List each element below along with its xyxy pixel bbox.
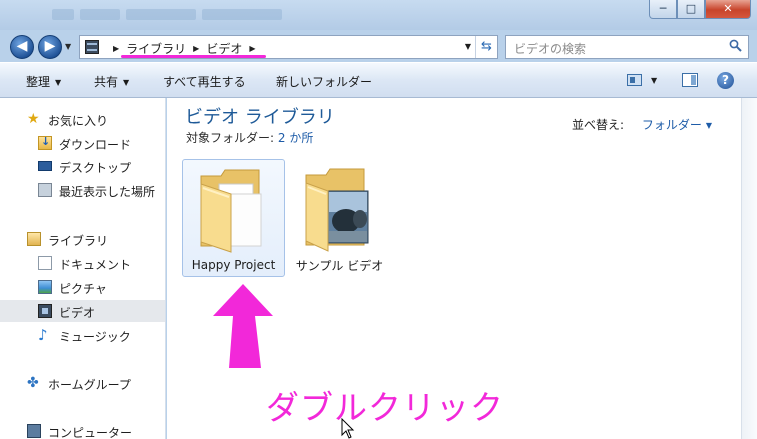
sidebar-item-label: ビデオ xyxy=(59,306,96,320)
search-icon[interactable] xyxy=(729,39,742,52)
recent-pages-dropdown[interactable]: ▼ xyxy=(65,42,71,51)
locations-label: 対象フォルダー: xyxy=(186,131,275,145)
sidebar-item-homegroup[interactable]: ✤ ホームグループ xyxy=(0,372,165,394)
sidebar-item-documents[interactable]: ドキュメント xyxy=(0,252,165,274)
desktop-icon xyxy=(38,161,52,171)
annotation-double-click: ダブルクリック xyxy=(266,388,504,427)
folder-label: Happy Project xyxy=(191,258,276,272)
new-folder-button[interactable]: 新しいフォルダー xyxy=(276,73,372,90)
computer-icon xyxy=(27,424,41,438)
preview-pane-icon[interactable] xyxy=(682,73,698,87)
page-title: ビデオ ライブラリ xyxy=(185,107,335,128)
search-input[interactable]: ビデオの検索 xyxy=(505,35,749,59)
view-options-dropdown[interactable]: ▼ xyxy=(651,76,657,85)
breadcrumb-separator[interactable]: ▶ xyxy=(193,44,199,53)
sidebar-item-libraries[interactable]: ライブラリ xyxy=(0,228,165,250)
organize-label: 整理 xyxy=(26,75,51,89)
chevron-down-icon: ▼ xyxy=(55,78,62,87)
recent-places-icon xyxy=(38,183,52,197)
address-history-dropdown[interactable]: ▼ xyxy=(465,42,471,51)
share-label: 共有 xyxy=(94,75,119,89)
annotation-underline xyxy=(121,55,266,58)
video-library-icon xyxy=(85,40,99,54)
navigation-pane: ★ お気に入り ダウンロード デスクトップ 最近表示した場所 ライブラリ ドキュ… xyxy=(0,98,166,439)
back-button[interactable]: ◀ xyxy=(10,35,34,59)
star-icon: ★ xyxy=(27,111,40,127)
sidebar-item-label: コンピューター xyxy=(48,426,133,439)
navigation-row: ◀ ▶ ▼ ▶ ライブラリ ▶ ビデオ ▶ ▼ ⇆ ビデオの検索 xyxy=(0,30,757,62)
sidebar-item-label: ホームグループ xyxy=(48,378,131,392)
arrange-by-dropdown[interactable]: フォルダー xyxy=(642,118,702,132)
pictures-icon xyxy=(38,280,52,294)
folder-happy-project[interactable]: Happy Project xyxy=(182,159,285,277)
arrange-by-label: 並べ替え: xyxy=(572,118,625,132)
window-controls: ─ □ ✕ xyxy=(649,0,751,19)
folder-icon xyxy=(200,169,262,253)
folder-with-image-icon xyxy=(305,168,369,252)
forward-button[interactable]: ▶ xyxy=(38,35,62,59)
title-bar: ─ □ ✕ xyxy=(0,0,757,30)
homegroup-icon: ✤ xyxy=(27,375,39,391)
chevron-down-icon: ▼ xyxy=(123,78,130,87)
organize-menu[interactable]: 整理 ▼ xyxy=(26,73,61,90)
command-bar: 整理 ▼ 共有 ▼ すべて再生する 新しいフォルダー ▼ ? xyxy=(0,62,757,98)
maximize-button[interactable]: □ xyxy=(677,0,705,19)
library-icon xyxy=(27,232,41,246)
library-locations: 対象フォルダー: 2 か所 xyxy=(186,129,313,146)
documents-icon xyxy=(38,256,52,270)
help-icon[interactable]: ? xyxy=(717,72,734,89)
sidebar-item-downloads[interactable]: ダウンロード xyxy=(0,132,165,154)
sidebar-item-label: ライブラリ xyxy=(48,234,109,248)
music-icon: ♪ xyxy=(38,326,48,344)
breadcrumb-separator[interactable]: ▶ xyxy=(113,44,119,53)
arrange-by: 並べ替え: フォルダー ▼ xyxy=(572,116,712,133)
sidebar-item-label: デスクトップ xyxy=(59,161,132,175)
sidebar-item-label: お気に入り xyxy=(48,114,109,128)
locations-link[interactable]: 2 か所 xyxy=(278,131,313,145)
refresh-button[interactable]: ⇆ xyxy=(475,36,497,58)
breadcrumb-separator[interactable]: ▶ xyxy=(249,44,255,53)
minimize-button[interactable]: ─ xyxy=(649,0,677,19)
sidebar-item-music[interactable]: ♪ ミュージック xyxy=(0,324,165,346)
sidebar-item-label: ピクチャ xyxy=(59,282,107,296)
title-bar-blurred-path xyxy=(52,9,352,23)
sidebar-item-label: 最近表示した場所 xyxy=(59,185,156,199)
annotation-arrow-up-icon xyxy=(213,284,273,368)
videos-icon xyxy=(38,304,52,318)
mouse-cursor-icon xyxy=(341,418,355,439)
sidebar-item-label: ドキュメント xyxy=(59,258,132,272)
downloads-folder-icon xyxy=(38,135,52,150)
sidebar-item-favorites[interactable]: ★ お気に入り xyxy=(0,108,165,130)
sidebar-item-videos[interactable]: ビデオ xyxy=(0,300,165,322)
close-button[interactable]: ✕ xyxy=(705,0,751,19)
sidebar-item-label: ダウンロード xyxy=(59,138,132,152)
search-placeholder: ビデオの検索 xyxy=(514,42,587,56)
change-view-icon[interactable] xyxy=(627,74,642,86)
folder-label: サンプル ビデオ xyxy=(295,259,384,273)
vertical-scrollbar[interactable] xyxy=(741,98,757,439)
sidebar-item-desktop[interactable]: デスクトップ xyxy=(0,155,165,177)
sidebar-item-recent-places[interactable]: 最近表示した場所 xyxy=(0,179,165,201)
play-all-button[interactable]: すべて再生する xyxy=(163,73,246,90)
chevron-down-icon: ▼ xyxy=(705,121,713,130)
sidebar-item-pictures[interactable]: ピクチャ xyxy=(0,276,165,298)
sidebar-item-label: ミュージック xyxy=(59,330,131,344)
share-menu[interactable]: 共有 ▼ xyxy=(94,73,129,90)
sidebar-item-computer[interactable]: コンピューター xyxy=(0,420,165,439)
folder-sample-videos[interactable]: サンプル ビデオ xyxy=(288,159,391,277)
